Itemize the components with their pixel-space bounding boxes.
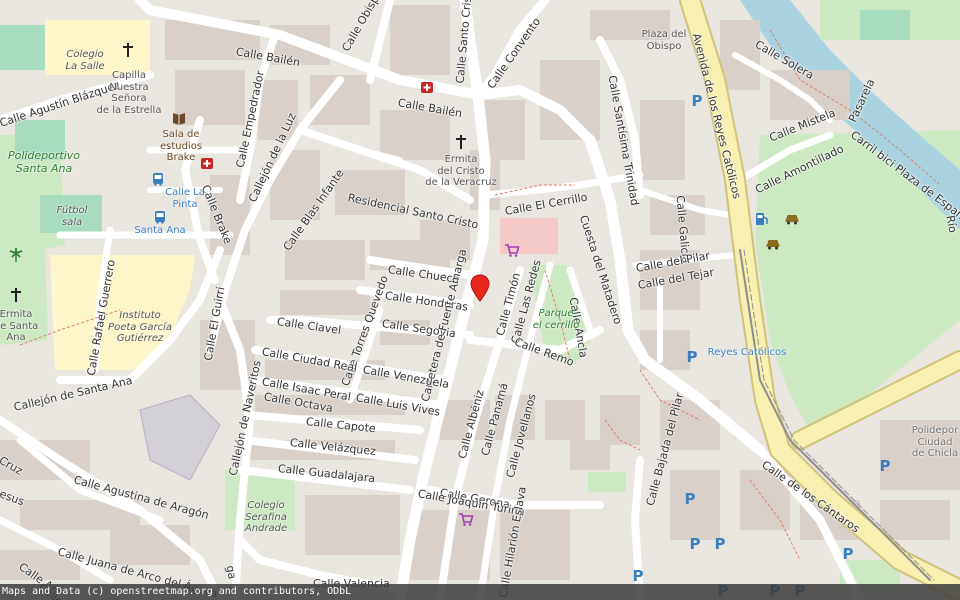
place-label-polideportivo: Polideportivo Santa Ana bbox=[7, 149, 81, 175]
svg-text:P: P bbox=[880, 457, 891, 473]
place-label-reyes-catolicos-stop: Reyes Católicos bbox=[707, 347, 787, 358]
svg-text:P: P bbox=[685, 490, 696, 506]
place-label-futbol: Fútbol sala bbox=[56, 205, 88, 228]
place-label-santa-ana-bus: Santa Ana bbox=[134, 225, 186, 236]
svg-text:P: P bbox=[687, 348, 698, 364]
place-label-calle-la-pinta: Calle La Pinta bbox=[165, 187, 205, 210]
place-label-ermita-veracruz: Ermita del Cristo de la Veracruz bbox=[425, 154, 497, 188]
svg-text:P: P bbox=[633, 567, 644, 583]
place-label-sala: Sala de estudios Brake bbox=[159, 129, 203, 163]
place-label-ermita-santa-ana: Ermita de Santa Ana bbox=[0, 309, 39, 343]
place-label-plaza-obispo: Plaza del Obispo bbox=[641, 29, 687, 52]
map-attribution[interactable]: Maps and Data (c) openstreetmap.org and … bbox=[0, 584, 960, 600]
street-label-rio-fr: Río bbox=[943, 214, 960, 234]
place-label-instituto: Instituto Poeta García Gutiérrez bbox=[108, 310, 172, 344]
place-label-polideportivo-chiclana: Polidepor Ciudad de Chicla bbox=[911, 425, 959, 459]
place-label-parque-cerrillo: Parque el cerrillo bbox=[532, 308, 580, 331]
place-label-colegio-salle: Colegio La Salle bbox=[65, 49, 105, 72]
place-label-colegio-serafina: Colegio Serafina Andrade bbox=[244, 500, 288, 534]
svg-text:P: P bbox=[692, 92, 703, 108]
svg-text:P: P bbox=[843, 545, 854, 561]
street-label-ga-fr: ga bbox=[223, 564, 239, 581]
place-label-capilla: Capilla Nuestra Señora de la Estrella bbox=[96, 70, 162, 116]
map-canvas[interactable]: Calle Bailén Calle Bailén Calle Agustín Bl… bbox=[0, 0, 960, 600]
location-pin-icon[interactable] bbox=[470, 274, 490, 302]
svg-text:P: P bbox=[715, 535, 726, 551]
svg-text:P: P bbox=[690, 535, 701, 551]
